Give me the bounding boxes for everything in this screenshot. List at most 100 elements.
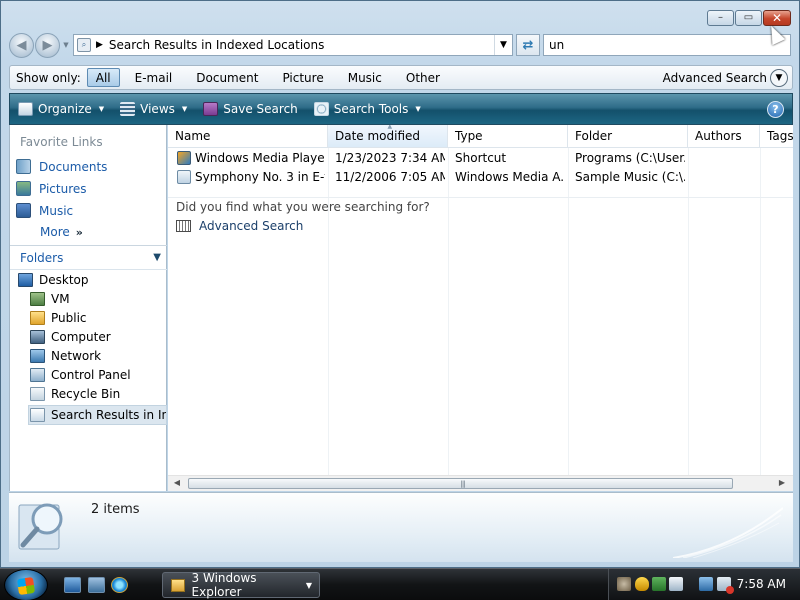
chevron-down-icon: ▼ bbox=[153, 252, 161, 263]
tree-item-computer[interactable]: Computer bbox=[30, 330, 111, 344]
forward-arrow-icon: ▶ bbox=[42, 37, 53, 53]
cell-date: 11/2/2006 7:05 AM bbox=[335, 170, 445, 184]
update-icon[interactable] bbox=[652, 577, 666, 591]
column-header-authors[interactable]: Authors bbox=[688, 125, 760, 148]
filter-music[interactable]: Music bbox=[339, 68, 391, 87]
tree-item-label: Network bbox=[51, 349, 102, 363]
recent-pages-dropdown[interactable]: ▼ bbox=[61, 41, 71, 49]
favorite-documents[interactable]: Documents bbox=[16, 159, 107, 174]
users-icon[interactable] bbox=[617, 577, 631, 591]
cell-name: Symphony No. 3 in E-f... bbox=[195, 170, 325, 184]
folders-header[interactable]: Folders ▼ bbox=[10, 245, 167, 270]
favorite-music[interactable]: Music bbox=[16, 203, 73, 218]
advanced-search-link[interactable]: Advanced Search bbox=[176, 219, 303, 233]
tree-item-search-results[interactable]: Search Results in Inde bbox=[28, 405, 167, 425]
switch-windows-icon[interactable] bbox=[88, 577, 105, 593]
network-status-icon[interactable] bbox=[699, 577, 713, 591]
file-list: Name ▲ Date modified Type Folder Authors… bbox=[168, 125, 793, 491]
filter-other[interactable]: Other bbox=[397, 68, 449, 87]
refresh-button[interactable]: ⇄ bbox=[516, 34, 540, 56]
search-filter-bar: Show only: All E-mail Document Picture M… bbox=[9, 65, 793, 90]
tree-item-public[interactable]: Public bbox=[30, 311, 87, 325]
pictures-icon bbox=[16, 181, 31, 196]
horizontal-scrollbar[interactable]: ◀ ||| ▶ bbox=[168, 475, 793, 491]
advanced-search-toggle[interactable]: Advanced Search ▼ bbox=[663, 68, 792, 87]
column-header-folder[interactable]: Folder bbox=[568, 125, 688, 148]
search-tools-label: Search Tools bbox=[333, 102, 409, 116]
internet-explorer-icon[interactable] bbox=[111, 577, 128, 593]
search-folder-icon: ⌕ bbox=[77, 38, 91, 52]
breadcrumb-chevron-icon[interactable]: ▶ bbox=[96, 40, 103, 50]
save-search-button[interactable]: Save Search bbox=[203, 102, 298, 116]
favorite-pictures[interactable]: Pictures bbox=[16, 181, 87, 196]
volume-muted-icon[interactable] bbox=[717, 577, 734, 594]
tree-item-desktop[interactable]: Desktop bbox=[18, 273, 89, 287]
refresh-icon: ⇄ bbox=[522, 37, 534, 53]
show-only-label: Show only: bbox=[16, 70, 81, 85]
tree-item-vm[interactable]: VM bbox=[30, 292, 70, 306]
search-input[interactable]: un bbox=[543, 34, 791, 56]
taskbar: 3 Windows Explorer ▼ 7:58 AM bbox=[0, 568, 800, 600]
tree-item-label: Search Results in Inde bbox=[51, 408, 166, 422]
filter-email[interactable]: E-mail bbox=[126, 68, 182, 87]
security-shield-icon[interactable] bbox=[635, 577, 649, 591]
address-bar[interactable]: ⌕ ▶ Search Results in Indexed Locations … bbox=[73, 34, 513, 56]
results-divider bbox=[168, 197, 793, 198]
windows-flag-icon[interactable] bbox=[669, 577, 683, 591]
taskbar-button-windows-explorer[interactable]: 3 Windows Explorer ▼ bbox=[162, 571, 320, 599]
tree-item-label: Computer bbox=[51, 330, 111, 344]
views-button[interactable]: Views ▼ bbox=[120, 102, 187, 116]
recycle-bin-icon bbox=[30, 387, 45, 401]
filter-all[interactable]: All bbox=[86, 68, 120, 87]
advanced-search-icon bbox=[176, 220, 191, 232]
scrollbar-thumb[interactable]: ||| bbox=[188, 478, 733, 489]
details-pane: 2 items bbox=[9, 492, 793, 562]
documents-icon bbox=[16, 159, 31, 174]
start-button[interactable] bbox=[4, 569, 48, 600]
maximize-button[interactable]: ▭ bbox=[735, 10, 762, 26]
back-arrow-icon: ◀ bbox=[16, 37, 27, 53]
windows-logo-icon bbox=[16, 576, 36, 596]
table-row[interactable]: Windows Media Player 1/23/2023 7:34 AM S… bbox=[168, 149, 793, 168]
network-icon bbox=[30, 349, 45, 363]
navigation-pane: Favorite Links Documents Pictures Music … bbox=[9, 125, 167, 491]
search-tools-dropdown-icon: ▼ bbox=[415, 105, 421, 113]
minimize-button[interactable]: – bbox=[707, 10, 734, 26]
favorite-links-title: Favorite Links bbox=[20, 135, 103, 149]
explorer-window: – ▭ ✕ ◀ ▶ ▼ ⌕ ▶ Search Results in Indexe… bbox=[0, 0, 800, 568]
forward-button[interactable]: ▶ bbox=[35, 32, 60, 58]
show-desktop-icon[interactable] bbox=[64, 577, 81, 593]
search-tools-button[interactable]: Search Tools ▼ bbox=[313, 102, 421, 116]
column-header-name[interactable]: Name bbox=[168, 125, 328, 148]
tree-item-control-panel[interactable]: Control Panel bbox=[30, 368, 131, 382]
search-folder-icon bbox=[30, 408, 45, 422]
column-header-type[interactable]: Type bbox=[448, 125, 568, 148]
close-icon: ✕ bbox=[771, 11, 783, 25]
scroll-right-icon[interactable]: ▶ bbox=[775, 478, 789, 487]
back-button[interactable]: ◀ bbox=[9, 32, 34, 58]
caption-buttons: – ▭ ✕ bbox=[707, 10, 791, 26]
organize-button[interactable]: Organize ▼ bbox=[18, 102, 104, 116]
tree-item-label: Public bbox=[51, 311, 87, 325]
advanced-search-link-label: Advanced Search bbox=[199, 219, 304, 233]
favorites-more[interactable]: More » bbox=[40, 225, 83, 239]
address-location[interactable]: Search Results in Indexed Locations bbox=[109, 38, 494, 52]
tree-item-network[interactable]: Network bbox=[30, 349, 101, 363]
clock[interactable]: 7:58 AM bbox=[737, 577, 786, 591]
filter-document[interactable]: Document bbox=[187, 68, 267, 87]
tree-item-recycle-bin[interactable]: Recycle Bin bbox=[30, 387, 120, 401]
favorite-music-label: Music bbox=[39, 203, 74, 218]
double-chevron-icon: » bbox=[75, 225, 83, 239]
address-row: ◀ ▶ ▼ ⌕ ▶ Search Results in Indexed Loca… bbox=[9, 32, 791, 58]
cell-date: 1/23/2023 7:34 AM bbox=[335, 151, 445, 165]
system-tray: 7:58 AM bbox=[608, 569, 800, 600]
help-button[interactable]: ? bbox=[767, 100, 784, 118]
scroll-left-icon[interactable]: ◀ bbox=[170, 478, 184, 487]
column-header-tags[interactable]: Tags bbox=[760, 125, 793, 148]
folder-icon bbox=[171, 578, 185, 592]
column-header-date-modified[interactable]: ▲ Date modified bbox=[328, 125, 448, 148]
table-row[interactable]: Symphony No. 3 in E-f... 11/2/2006 7:05 … bbox=[168, 168, 793, 187]
audio-file-icon bbox=[177, 170, 191, 184]
address-dropdown-icon[interactable]: ▼ bbox=[494, 35, 512, 55]
filter-picture[interactable]: Picture bbox=[273, 68, 332, 87]
